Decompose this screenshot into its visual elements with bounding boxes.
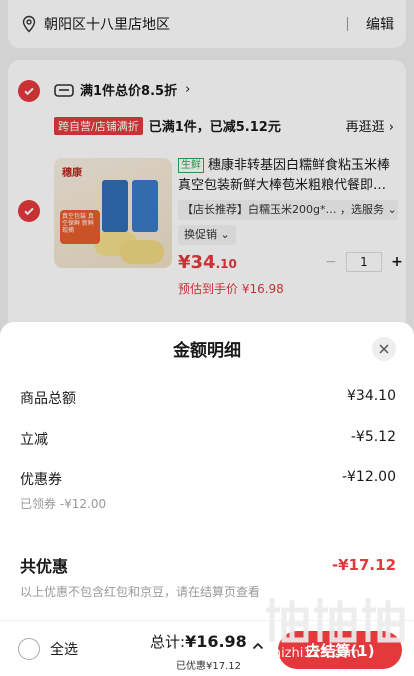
select-all-toggle[interactable]: 全选 xyxy=(18,638,78,660)
detail-label: 优惠券 xyxy=(20,472,62,488)
sheet-title: 金额明细 xyxy=(173,341,241,361)
total-discount-label: 共优惠 xyxy=(20,557,69,576)
detail-value: ¥34.10 xyxy=(347,388,396,404)
close-icon xyxy=(379,344,389,354)
detail-value: -¥12.00 xyxy=(341,469,396,485)
discount-note: 以上优惠不包含红包和京豆，请在结算页查看 xyxy=(20,585,261,599)
detail-row: 立减 -¥5.12 xyxy=(20,429,396,449)
total-sum: 总计:¥16.98 xyxy=(150,631,247,652)
select-all-checkbox[interactable] xyxy=(18,638,40,660)
sum-label: 总计: xyxy=(150,633,186,651)
close-button[interactable] xyxy=(372,337,396,361)
detail-label: 立减 xyxy=(20,432,48,448)
detail-value: -¥5.12 xyxy=(350,429,396,445)
sum-value: ¥16.98 xyxy=(185,632,247,651)
total-discount-row: 共优惠 -¥17.12 xyxy=(20,553,396,577)
detail-label: 商品总额 xyxy=(20,391,76,407)
checkout-button[interactable]: 去结算(1) xyxy=(278,631,402,669)
total-discount-value: -¥17.12 xyxy=(331,556,396,574)
detail-row: 商品总额 ¥34.10 xyxy=(20,388,396,408)
detail-row: 优惠券 -¥12.00 xyxy=(20,469,396,489)
saved-amount: 已优惠¥17.12 xyxy=(176,661,241,672)
select-all-label: 全选 xyxy=(50,642,78,658)
checkout-bar: 全选 总计:¥16.98 已优惠¥17.12 去结算(1) xyxy=(0,620,414,676)
coupon-hint: 已领券 -¥12.00 xyxy=(20,497,107,511)
chevron-up-icon[interactable] xyxy=(252,641,264,651)
